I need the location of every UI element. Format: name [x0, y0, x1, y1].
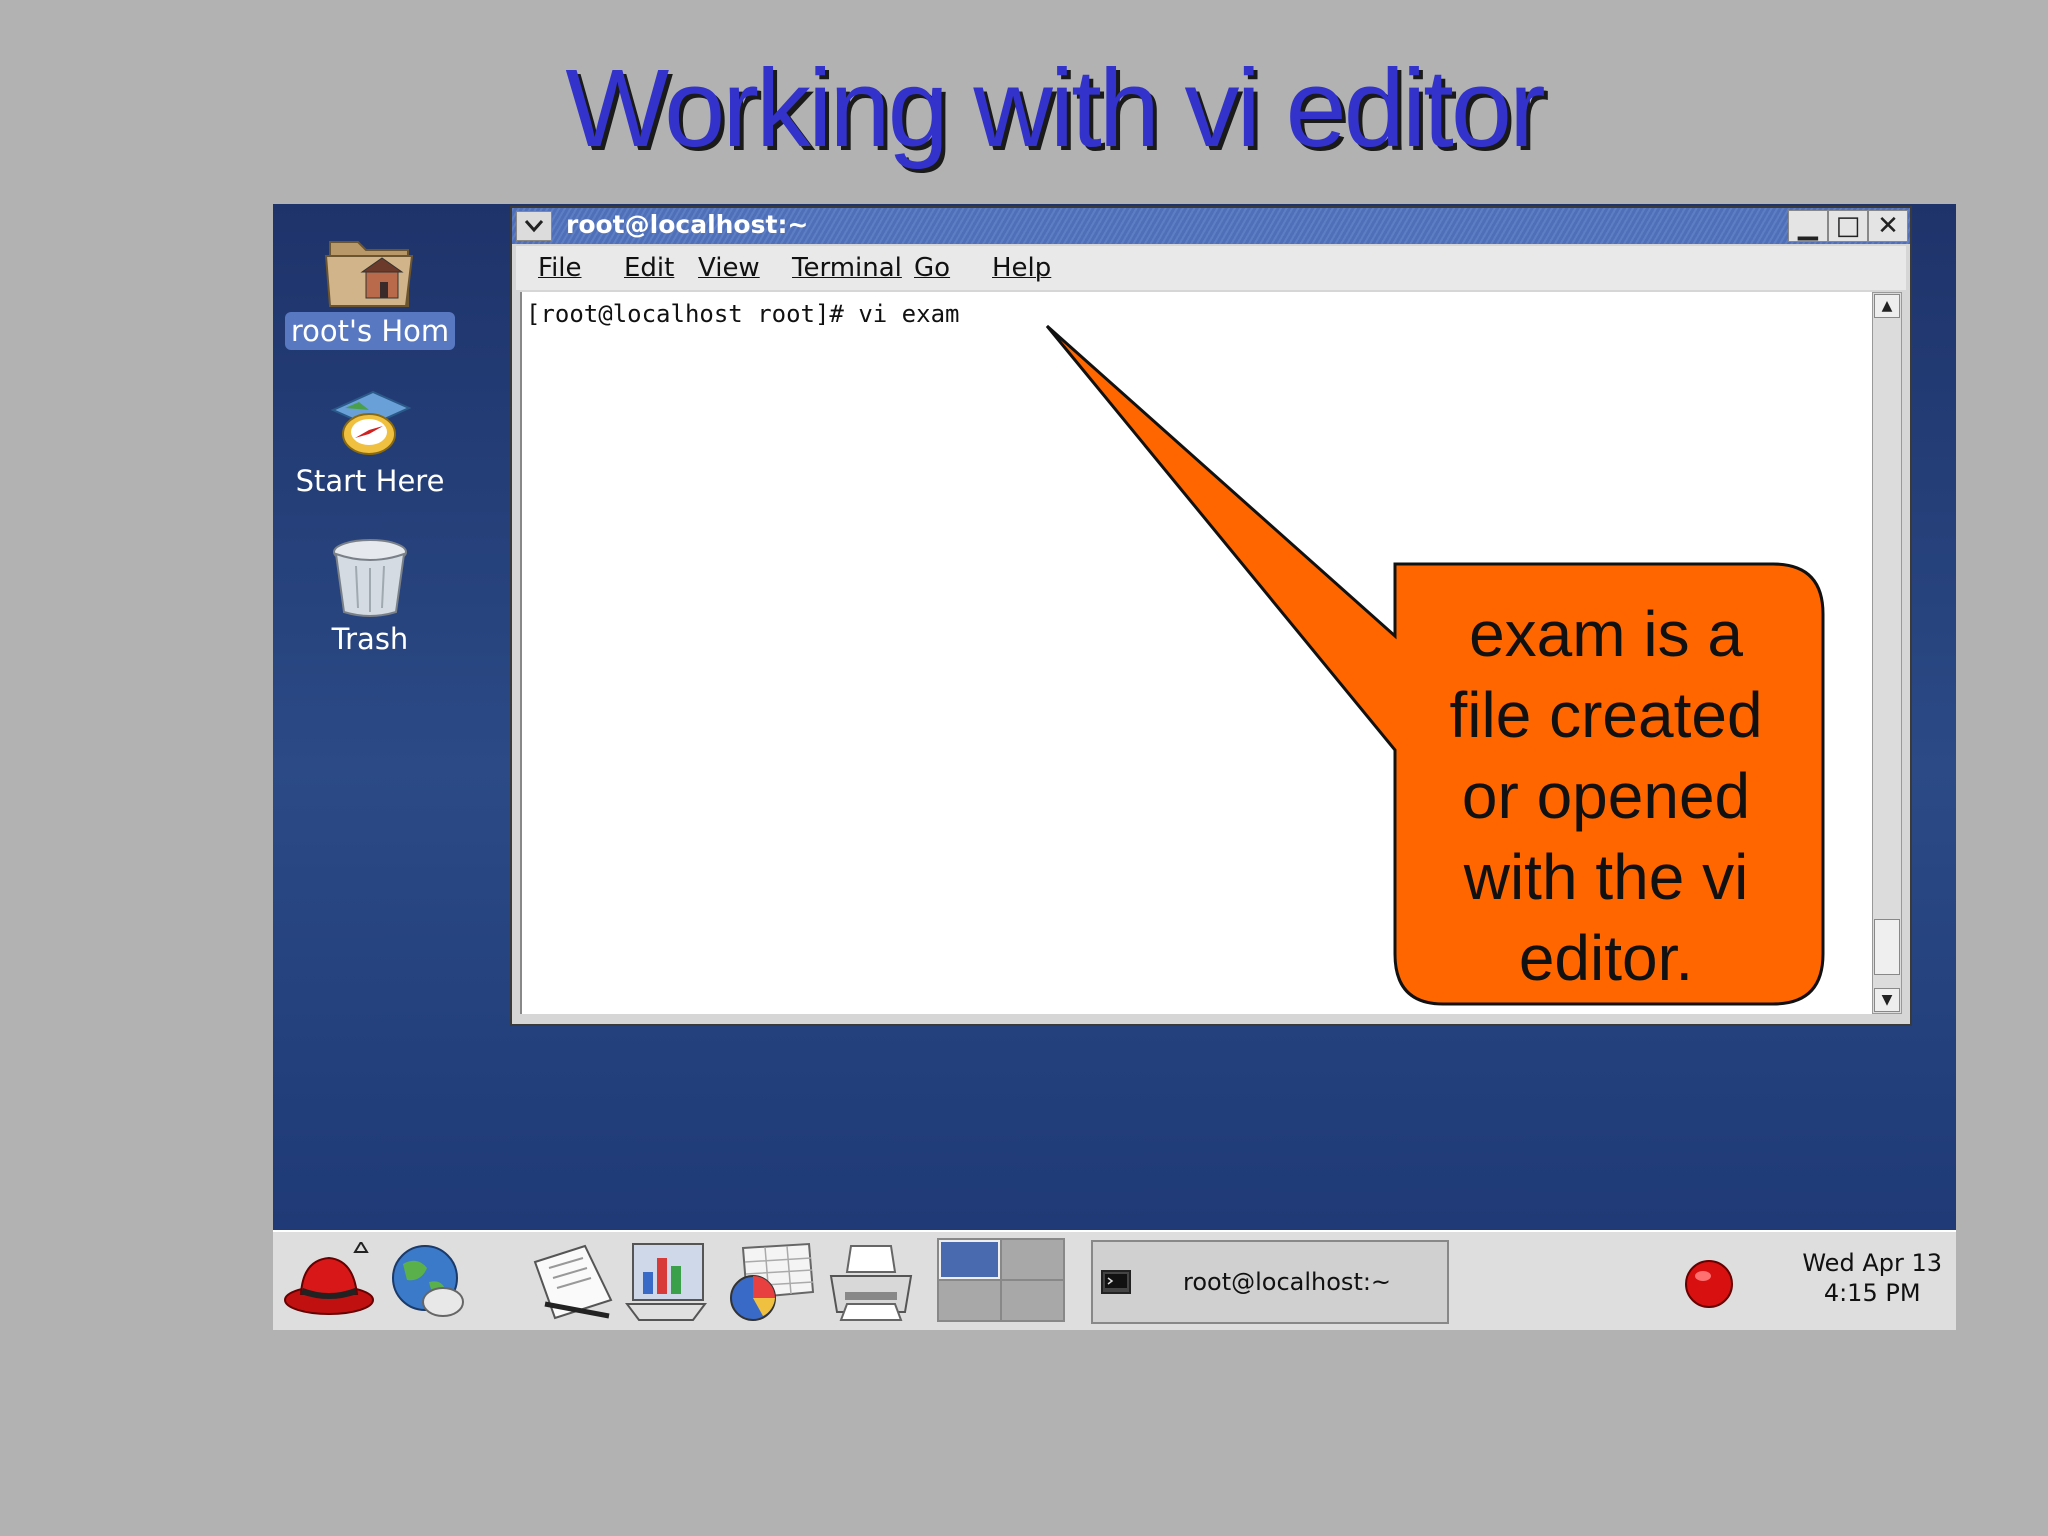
desktop-icon-home[interactable]: root's Hom — [275, 228, 465, 350]
menu-terminal[interactable]: Terminal — [792, 253, 902, 283]
presentation-chart-icon — [625, 1243, 707, 1321]
close-button[interactable]: ✕ — [1868, 210, 1908, 242]
menu-edit[interactable]: Edit — [624, 253, 674, 283]
maximize-button[interactable]: □ — [1828, 210, 1868, 242]
callout-line: editor. — [1518, 922, 1694, 994]
red-alert-icon — [1685, 1260, 1733, 1308]
workspace-4[interactable] — [1002, 1281, 1063, 1320]
callout-line: file created — [1449, 679, 1763, 751]
desktop-icon-label: root's Hom — [284, 312, 456, 350]
terminal-icon — [1101, 1270, 1131, 1294]
home-folder-icon — [324, 241, 414, 307]
scroll-thumb[interactable] — [1874, 919, 1900, 975]
desktop-icon-label: Trash — [331, 622, 409, 656]
chevron-down-icon — [524, 220, 544, 233]
spreadsheet-pie-icon — [730, 1242, 815, 1321]
callout-line: exam is a — [1469, 598, 1743, 670]
callout-line: with the vi — [1463, 841, 1749, 913]
spreadsheet-launcher[interactable] — [723, 1242, 819, 1326]
presentation-launcher[interactable] — [623, 1242, 709, 1326]
clock[interactable]: Wed Apr 13 4:15 PM — [1802, 1248, 1942, 1308]
print-manager-launcher[interactable] — [825, 1242, 917, 1326]
trash-can-icon — [333, 539, 407, 617]
window-titlebar[interactable]: root@localhost:~ ▁ □ ✕ — [512, 208, 1910, 244]
desktop-icon-start-here[interactable]: Start Here — [275, 382, 465, 500]
workspace-1[interactable] — [939, 1240, 1000, 1279]
clock-time: 4:15 PM — [1823, 1279, 1921, 1307]
minimize-button[interactable]: ▁ — [1788, 210, 1828, 242]
terminal-command-line: [root@localhost root]# vi exam — [526, 300, 960, 328]
slide-title: Working with vi editor — [565, 47, 1545, 170]
workspace-switcher — [937, 1238, 1065, 1322]
desktop-icon-trash[interactable]: Trash — [275, 536, 465, 658]
menu-file[interactable]: File — [538, 253, 582, 283]
desktop: root's Hom Start Here Trash root@localho… — [273, 204, 1956, 1230]
workspace-2[interactable] — [1002, 1240, 1063, 1279]
globe-mouse-icon — [392, 1245, 464, 1317]
window-title: root@localhost:~ — [566, 210, 809, 239]
taskbar: root@localhost:~ Wed Apr 13 4:15 PM — [273, 1230, 1956, 1330]
maximize-icon: □ — [1835, 211, 1861, 241]
menu-go[interactable]: Go — [914, 253, 950, 283]
vertical-scrollbar[interactable]: ▲ ▼ — [1872, 292, 1902, 1014]
callout-text: exam is a file created or opened with th… — [1396, 594, 1816, 999]
menu-bar: File Edit View Terminal Go Help — [516, 246, 1906, 290]
close-icon: ✕ — [1877, 211, 1899, 241]
workspace-3[interactable] — [939, 1281, 1000, 1320]
scroll-up-arrow-icon[interactable]: ▲ — [1874, 294, 1900, 318]
menu-help[interactable]: Help — [992, 253, 1051, 283]
scroll-down-arrow-icon[interactable]: ▼ — [1874, 988, 1900, 1012]
document-pen-icon — [533, 1244, 613, 1320]
update-notifier[interactable] — [1683, 1258, 1735, 1314]
printer-icon — [829, 1245, 913, 1321]
taskbar-window-title: root@localhost:~ — [1183, 1268, 1392, 1296]
minimize-icon: ▁ — [1798, 211, 1818, 241]
window-menu-button[interactable] — [516, 211, 552, 241]
writer-launcher[interactable] — [525, 1242, 621, 1326]
callout-line: or opened — [1461, 760, 1751, 832]
clock-date: Wed Apr 13 — [1802, 1249, 1942, 1277]
desktop-icon-label: Start Here — [295, 464, 445, 498]
menu-view[interactable]: View — [698, 253, 760, 283]
compass-map-icon — [330, 390, 412, 455]
taskbar-window-button[interactable]: root@localhost:~ — [1091, 1240, 1449, 1324]
web-browser-launcher[interactable] — [385, 1242, 481, 1326]
redhat-icon — [284, 1240, 374, 1315]
main-menu-button[interactable] — [281, 1240, 377, 1326]
